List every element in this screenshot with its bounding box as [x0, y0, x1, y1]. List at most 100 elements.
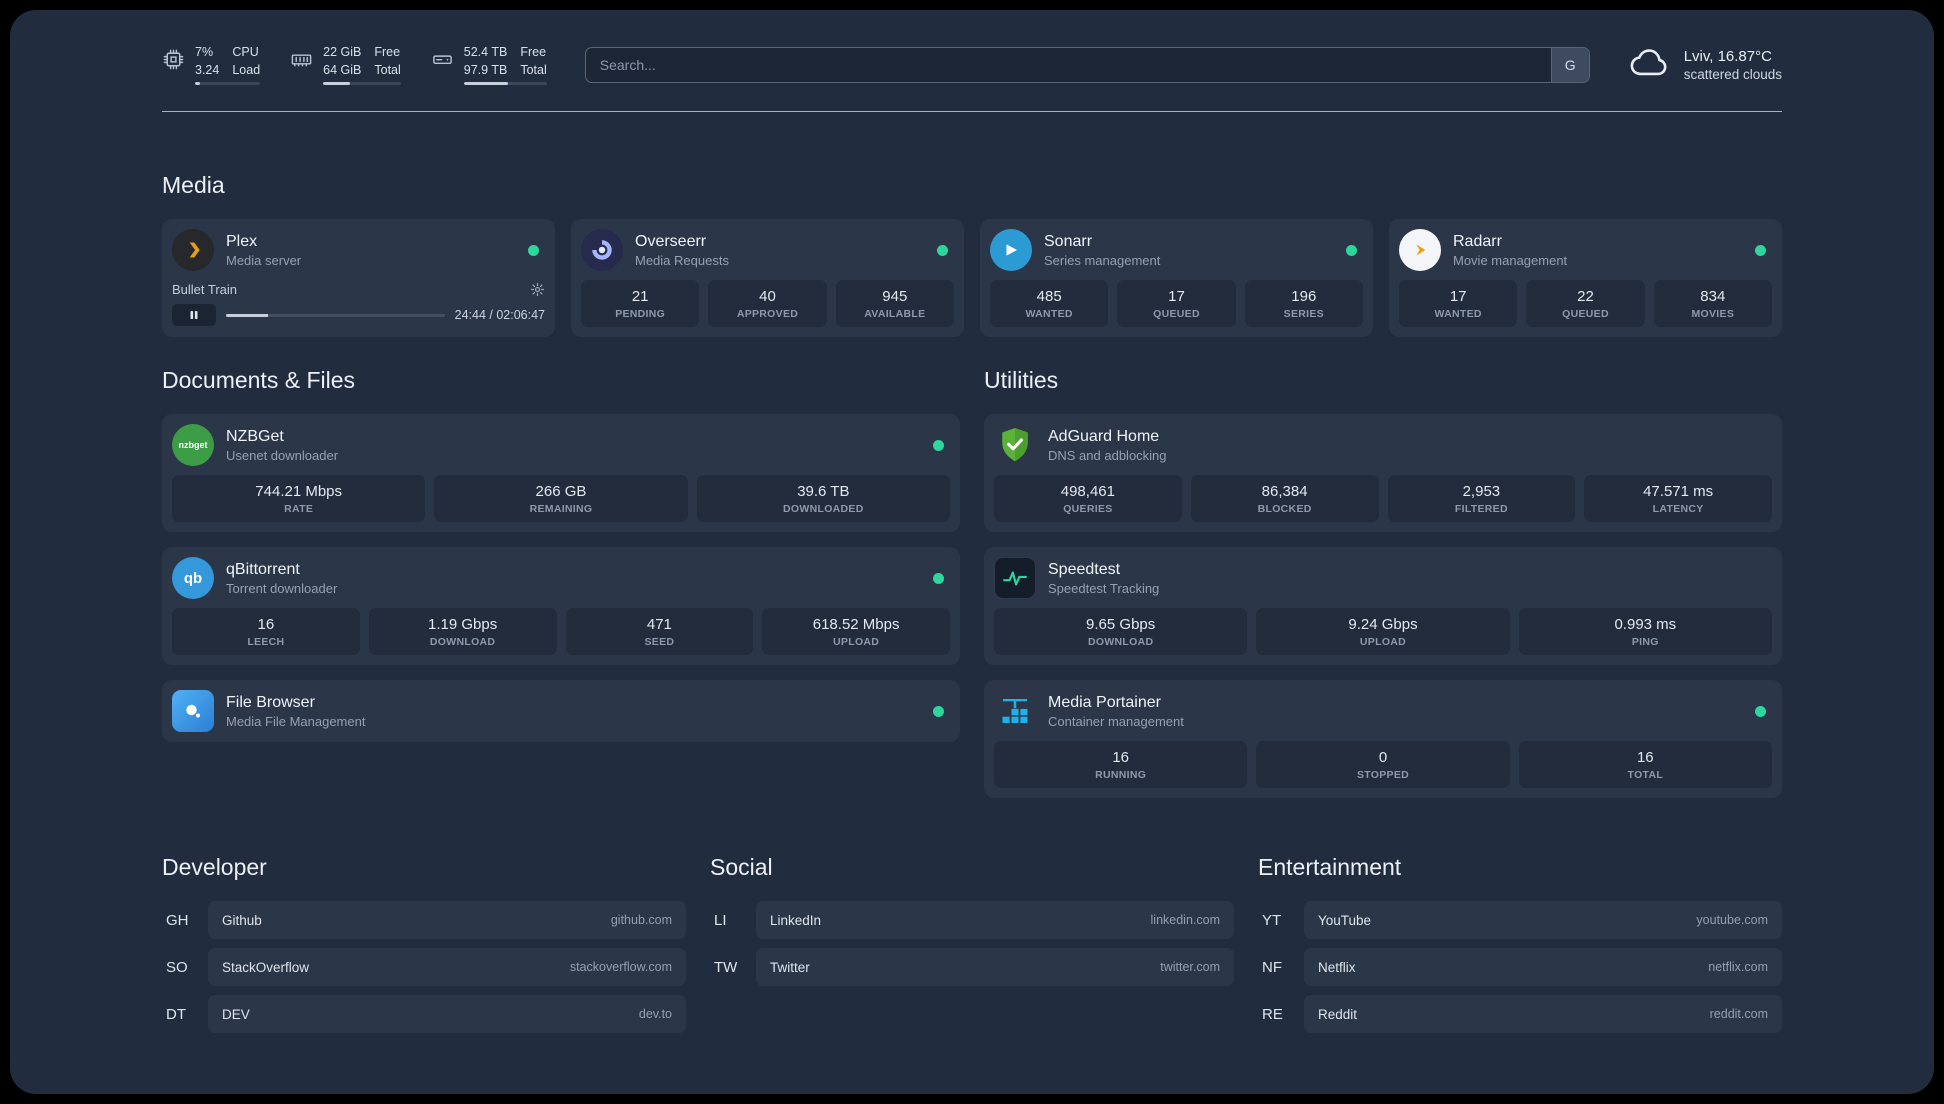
disk-total-value: 97.9 TB	[463, 62, 508, 77]
bookmark-reddit[interactable]: RE Reddit reddit.com	[1258, 995, 1782, 1033]
cloud-icon	[1628, 40, 1672, 89]
load-label: Load	[232, 62, 261, 77]
weather-condition: scattered clouds	[1683, 66, 1782, 82]
app-card-filebrowser[interactable]: File Browser Media File Management	[162, 680, 960, 742]
stat-tile: 498,461 QUERIES	[994, 475, 1182, 522]
app-subtitle: DNS and adblocking	[1048, 447, 1167, 463]
section-title-developer: Developer	[162, 854, 267, 880]
bookmark-linkedin[interactable]: LI LinkedIn linkedin.com	[710, 901, 1234, 939]
pause-button[interactable]	[172, 304, 216, 326]
stat-tile: 16 LEECH	[172, 608, 360, 655]
app-name: NZBGet	[226, 427, 284, 445]
bookmark-youtube[interactable]: YT YouTube youtube.com	[1258, 901, 1782, 939]
bookmark-domain: twitter.com	[1160, 960, 1220, 974]
stat-tile: 9.65 Gbps DOWNLOAD	[994, 608, 1248, 655]
portainer-icon	[994, 690, 1036, 732]
bookmark-group-social: Social LI LinkedIn linkedin.com TW Twitt…	[710, 854, 1234, 1033]
bookmark-group-developer: Developer GH Github github.com SO StackO…	[162, 854, 686, 1033]
bookmark-twitter[interactable]: TW Twitter twitter.com	[710, 948, 1234, 986]
app-card-radarr[interactable]: Radarr Movie management 17 WANTED 22 QUEUE…	[1389, 219, 1782, 337]
stat-tile: 266 GB REMAINING	[434, 475, 688, 522]
stat-tile: 0 STOPPED	[1256, 741, 1510, 788]
speedtest-icon	[994, 557, 1036, 599]
app-card-adguard[interactable]: AdGuard Home DNS and adblocking 498,461 Q…	[984, 414, 1782, 532]
disk-monitor: 52.4 TB 97.9 TB Free Total	[431, 44, 547, 85]
section-title-entertainment: Entertainment	[1258, 854, 1402, 880]
stat-tile: 196 SERIES	[1244, 280, 1363, 327]
bookmark-abbr: SO	[166, 958, 188, 976]
app-card-portainer[interactable]: Media Portainer Container management 16 R…	[984, 680, 1782, 798]
bookmark-domain: netflix.com	[1708, 960, 1768, 974]
bookmark-name: Github	[222, 912, 262, 928]
cpu-usage-value: 7%	[195, 45, 214, 60]
playback-progress-bar[interactable]	[226, 313, 445, 317]
stat-tile: 618.52 Mbps UPLOAD	[762, 608, 950, 655]
app-subtitle: Movie management	[1453, 252, 1568, 268]
bookmark-name: StackOverflow	[222, 959, 310, 975]
playback-time: 24:44 / 02:06:47	[454, 308, 545, 322]
app-card-speedtest[interactable]: Speedtest Speedtest Tracking 9.65 Gbps DO…	[984, 547, 1782, 665]
app-card-qbittorrent[interactable]: qb qBittorrent Torrent downloader 16 LEEC…	[162, 547, 960, 665]
app-card-plex[interactable]: Plex Media server Bullet Train 24:44 / 0…	[162, 219, 555, 337]
section-documents: Documents & Files nzbget NZBGet Usenet d…	[162, 367, 960, 798]
bookmark-stackoverflow[interactable]: SO StackOverflow stackoverflow.com	[162, 948, 686, 986]
bookmark-name: Netflix	[1318, 959, 1356, 975]
status-dot	[933, 439, 944, 451]
section-title-social: Social	[710, 854, 773, 880]
total-label: Total	[374, 62, 401, 77]
section-title-media: Media	[162, 172, 225, 198]
app-card-overseerr[interactable]: Overseerr Media Requests 21 PENDING 40 APP…	[571, 219, 964, 337]
app-card-sonarr[interactable]: Sonarr Series management 485 WANTED 17 QUE…	[980, 219, 1373, 337]
bookmark-domain: github.com	[610, 913, 672, 927]
total-label: Total	[520, 62, 547, 77]
weather-widget: Lviv, 16.87°C scattered clouds	[1628, 40, 1782, 89]
cpu-icon	[162, 48, 185, 71]
app-subtitle: Container management	[1048, 713, 1184, 729]
section-title-utilities: Utilities	[984, 367, 1059, 393]
app-subtitle: Series management	[1044, 252, 1161, 268]
app-name: qBittorrent	[226, 560, 300, 578]
bookmark-name: Reddit	[1318, 1006, 1358, 1022]
stat-tile: 945 AVAILABLE	[835, 280, 954, 327]
stat-tile: 22 QUEUED	[1526, 280, 1645, 327]
bookmark-name: DEV	[222, 1006, 250, 1022]
stat-tile: 9.24 Gbps UPLOAD	[1256, 608, 1510, 655]
bookmark-github[interactable]: GH Github github.com	[162, 901, 686, 939]
disk-labels: Free Total	[520, 44, 546, 78]
cpu-usage-bar	[195, 81, 261, 85]
status-dot	[1755, 705, 1766, 717]
gear-icon[interactable]	[530, 282, 545, 297]
app-subtitle: Torrent downloader	[226, 580, 338, 596]
status-dot	[1346, 244, 1357, 256]
topbar-divider	[162, 111, 1782, 112]
stat-tile: 47.571 ms LATENCY	[1584, 475, 1772, 522]
search-input[interactable]	[584, 46, 1590, 83]
app-name: File Browser	[226, 693, 315, 711]
memory-free-value: 22 GiB	[323, 45, 362, 60]
app-name: Plex	[226, 232, 258, 250]
stat-tile: 834 MOVIES	[1653, 280, 1772, 327]
app-name: Media Portainer	[1048, 693, 1161, 711]
disk-free-value: 52.4 TB	[463, 45, 508, 60]
stat-tile: 16 TOTAL	[1518, 741, 1772, 788]
disk-values: 52.4 TB 97.9 TB	[464, 44, 508, 78]
app-subtitle: Media server	[226, 252, 302, 268]
app-name: Sonarr	[1044, 232, 1093, 250]
bookmark-abbr: GH	[166, 911, 189, 929]
nzbget-icon: nzbget	[172, 424, 214, 466]
bookmark-abbr: NF	[1262, 958, 1282, 976]
bookmark-abbr: TW	[714, 958, 738, 976]
cpu-label: CPU	[232, 45, 259, 60]
memory-monitor: 22 GiB 64 GiB Free Total	[290, 44, 401, 85]
bookmark-netflix[interactable]: NF Netflix netflix.com	[1258, 948, 1782, 986]
filebrowser-icon	[172, 690, 214, 732]
bookmark-name: LinkedIn	[770, 912, 822, 928]
app-card-nzbget[interactable]: nzbget NZBGet Usenet downloader 744.21 M…	[162, 414, 960, 532]
bookmark-dev[interactable]: DT DEV dev.to	[162, 995, 686, 1033]
overseerr-icon	[581, 229, 623, 271]
app-name: AdGuard Home	[1048, 427, 1160, 445]
bookmark-domain: reddit.com	[1709, 1007, 1768, 1021]
search-provider-button[interactable]: G	[1550, 47, 1589, 82]
qbittorrent-icon: qb	[172, 557, 214, 599]
stat-tile: 744.21 Mbps RATE	[172, 475, 426, 522]
